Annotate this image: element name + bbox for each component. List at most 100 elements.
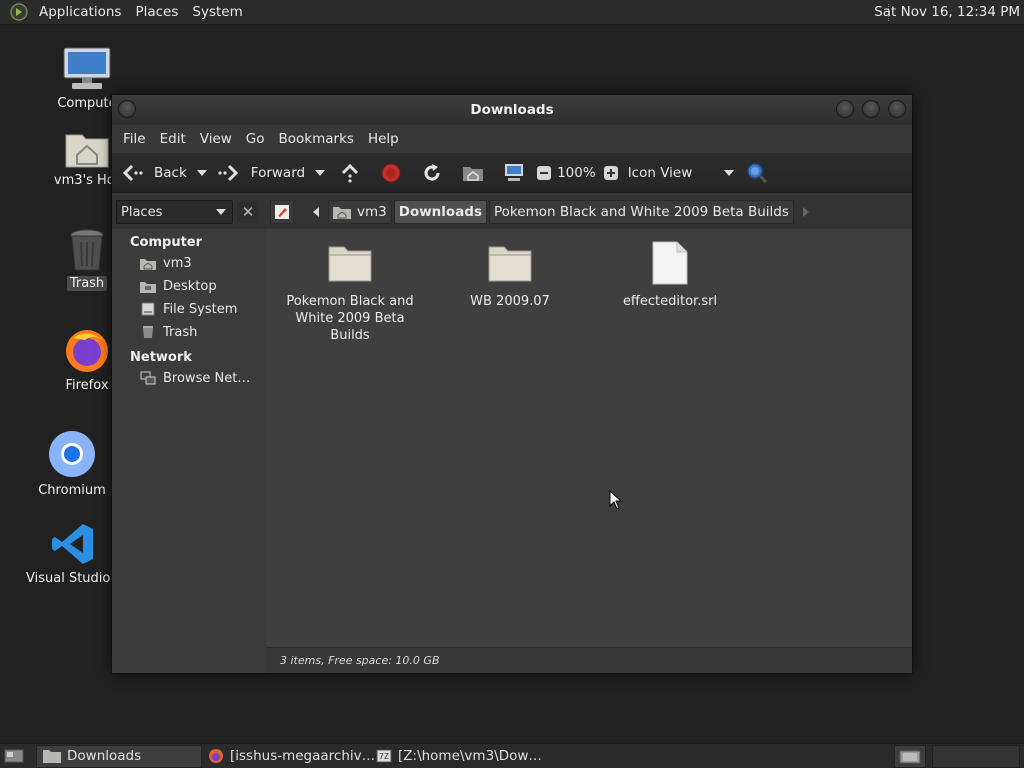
path-segment-label: vm3	[357, 204, 387, 220]
back-arrow-icon	[122, 162, 144, 184]
file-item-label: WB 2009.07	[470, 294, 550, 309]
network-icon	[140, 370, 156, 386]
back-button[interactable]: Back	[122, 153, 187, 193]
show-desktop-button[interactable]	[0, 745, 28, 768]
file-item-folder[interactable]: Pokemon Black and White 2009 Beta Builds	[275, 239, 425, 344]
zoom-in-icon[interactable]	[600, 162, 622, 184]
applications-menu[interactable]: Applications	[32, 0, 128, 25]
location-edit-icon[interactable]	[270, 200, 294, 224]
path-bar: vm3 Downloads Pokemon Black and White 20…	[266, 195, 912, 229]
panel-clock[interactable]: Sat Nov 16, 12:34 PM	[874, 0, 1020, 25]
sidebar-header: Places ✕	[112, 195, 266, 229]
minimize-button[interactable]	[836, 100, 854, 118]
desktop-icon-label: Compute	[57, 96, 117, 111]
menu-view[interactable]: View	[193, 131, 239, 147]
sidebar-section-network: Network	[130, 350, 192, 365]
file-icon-view[interactable]: Pokemon Black and White 2009 Beta Builds…	[266, 229, 912, 647]
sidebar-item-file-system[interactable]: File System	[112, 298, 266, 321]
path-segment-downloads[interactable]: Downloads	[393, 200, 488, 224]
sidebar-selector[interactable]: Places	[116, 200, 233, 224]
workspace-switcher[interactable]	[894, 745, 926, 768]
forward-arrow-icon	[217, 162, 239, 184]
desktop-icon	[140, 278, 156, 294]
view-mode-combo[interactable]: Icon View	[628, 153, 744, 193]
up-arrow-icon[interactable]	[339, 162, 361, 184]
vscode-icon	[23, 521, 123, 567]
sidebar: Places ✕ Computer vm3 Desktop File Syste…	[112, 195, 266, 673]
sidebar-item-trash[interactable]: Trash	[112, 321, 266, 344]
desktop-icon-label: Firefox	[65, 378, 109, 393]
document-icon	[595, 239, 745, 287]
status-bar: 3 items, Free space: 10.0 GB	[266, 647, 912, 673]
sidebar-item-desktop[interactable]: Desktop	[112, 275, 266, 298]
folder-icon	[275, 239, 425, 287]
file-item-label: effecteditor.srl	[622, 294, 718, 309]
zoom-level: 100%	[557, 164, 596, 181]
sidebar-item-label: Browse Net…	[163, 370, 251, 386]
path-segment-vm3[interactable]: vm3	[328, 200, 392, 224]
forward-label: Forward	[250, 164, 306, 181]
forward-button[interactable]: Forward	[217, 153, 305, 193]
menu-go[interactable]: Go	[239, 131, 272, 147]
drive-icon	[140, 301, 156, 317]
menu-bookmarks[interactable]: Bookmarks	[272, 131, 361, 147]
stop-icon[interactable]	[380, 162, 402, 184]
file-item-document[interactable]: effecteditor.srl	[595, 239, 745, 310]
places-menu[interactable]: Places	[128, 0, 185, 25]
forward-history-dropdown[interactable]	[315, 169, 326, 176]
taskbar-item-downloads[interactable]: Downloads	[36, 744, 202, 768]
sidebar-item-label: Trash	[163, 324, 198, 340]
firefox-icon	[208, 748, 224, 764]
desktop-icon-label: Trash	[66, 276, 108, 291]
folder-icon	[435, 239, 585, 287]
taskbar-item-firefox[interactable]: [isshus-megaarchiv…	[202, 745, 375, 768]
path-scroll-right-icon[interactable]	[795, 200, 814, 224]
desktop-icon-vscode[interactable]: Visual Studio Co	[23, 521, 132, 586]
window-title: Downloads	[470, 102, 554, 118]
chevron-down-icon	[216, 209, 226, 215]
path-segment-pokemon[interactable]: Pokemon Black and White 2009 Beta Builds	[489, 200, 794, 224]
workspace-empty[interactable]	[932, 745, 1020, 768]
sidebar-item-vm3[interactable]: vm3	[112, 252, 266, 275]
file-item-folder[interactable]: WB 2009.07	[435, 239, 585, 310]
home-icon	[333, 207, 351, 219]
zoom-out-icon[interactable]	[533, 162, 555, 184]
menu-help[interactable]: Help	[361, 131, 406, 147]
home-icon[interactable]	[462, 162, 484, 184]
computer-icon[interactable]	[503, 162, 525, 184]
terminal-icon: 7Z	[376, 748, 392, 764]
back-label: Back	[154, 164, 187, 181]
show-desktop-icon	[4, 749, 24, 763]
chromium-icon	[22, 429, 122, 479]
path-scroll-left-icon[interactable]	[308, 200, 326, 224]
sidebar-item-label: vm3	[163, 255, 192, 271]
file-manager-window: Downloads File Edit View Go Bookmarks He…	[111, 94, 913, 674]
window-menu-button[interactable]	[118, 100, 136, 118]
taskbar-item-label: Downloads	[67, 748, 142, 764]
back-history-dropdown[interactable]	[196, 169, 207, 176]
home-icon	[140, 255, 156, 271]
top-panel: Applications Places System Sat Nov 16, 1…	[0, 0, 1024, 25]
close-button[interactable]	[888, 100, 906, 118]
window-titlebar[interactable]: Downloads	[112, 95, 912, 125]
maximize-button[interactable]	[862, 100, 880, 118]
search-icon[interactable]	[746, 162, 768, 184]
sidebar-item-browse-network[interactable]: Browse Net…	[112, 367, 266, 390]
menu-edit[interactable]: Edit	[153, 131, 193, 147]
sidebar-close-icon[interactable]: ✕	[237, 201, 259, 223]
view-mode-label: Icon View	[627, 164, 693, 181]
taskbar-item-label: [isshus-megaarchiv…	[230, 748, 376, 764]
taskbar-item-wine-terminal[interactable]: 7Z [Z:\home\vm3\Dow…	[370, 745, 542, 768]
menu-file[interactable]: File	[116, 131, 153, 147]
chevron-down-icon	[723, 169, 734, 176]
path-segment-label: Pokemon Black and White 2009 Beta Builds	[494, 204, 789, 220]
workspace-icon	[899, 750, 921, 763]
desktop-icon-chromium[interactable]: Chromium	[22, 429, 122, 498]
sidebar-selector-label: Places	[121, 204, 163, 220]
reload-icon[interactable]	[421, 162, 443, 184]
mate-logo-icon[interactable]	[8, 1, 30, 23]
system-menu[interactable]: System	[185, 0, 249, 25]
menubar: File Edit View Go Bookmarks Help	[112, 125, 912, 153]
taskbar-item-label: [Z:\home\vm3\Dow…	[398, 748, 542, 764]
computer-icon	[37, 46, 137, 92]
